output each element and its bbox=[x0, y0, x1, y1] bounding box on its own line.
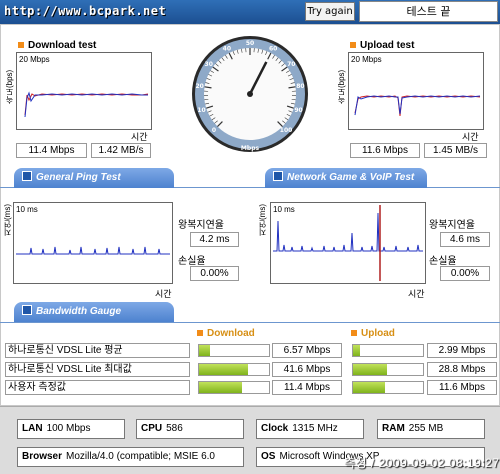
orange-square-icon bbox=[351, 330, 357, 337]
download-value: 11.4 Mbps bbox=[272, 380, 342, 395]
tab-network-game[interactable]: Network Game & VoIP Test bbox=[265, 168, 427, 188]
ping-graph bbox=[16, 246, 170, 255]
ping-rtt-label: 왕복지연율 bbox=[178, 220, 224, 231]
gauge-tick-label: 30 bbox=[205, 61, 213, 68]
ping-x-label: 시간 bbox=[155, 289, 172, 299]
upload-bar bbox=[352, 344, 424, 357]
gauge-tick-label: 70 bbox=[287, 61, 295, 68]
upload-test-title: Upload test bbox=[350, 40, 414, 51]
cpu-info: CPU 586 bbox=[136, 419, 244, 439]
upload-mbps: 11.6 Mbps bbox=[350, 143, 420, 158]
download-test-title: Download test bbox=[18, 40, 96, 51]
download-mbs: 1.42 MB/s bbox=[91, 143, 151, 158]
gauge-tick-label: 20 bbox=[195, 83, 203, 90]
ping-rtt-value: 4.2 ms bbox=[190, 232, 239, 247]
ping-loss-label: 손실율 bbox=[178, 256, 206, 267]
site-url: http://www.bcpark.net bbox=[4, 4, 167, 18]
upload-value: 2.99 Mbps bbox=[427, 343, 497, 358]
gauge-tick-label: 100 bbox=[280, 127, 293, 134]
download-mbps: 11.4 Mbps bbox=[16, 143, 87, 158]
gauge-tick-label: 60 bbox=[269, 46, 277, 53]
browser-info: Browser Mozilla/4.0 (compatible; MSIE 6.0 bbox=[17, 447, 244, 467]
download-bar bbox=[198, 363, 270, 376]
download-y-label: 속도(bps) bbox=[5, 69, 14, 104]
game-rtt-label: 왕복지연율 bbox=[429, 220, 475, 231]
gauge-tick-label: 80 bbox=[296, 83, 304, 90]
download-chart: 20 Mbps bbox=[16, 52, 152, 130]
ping-y-label: 지연(ms) bbox=[3, 204, 12, 236]
game-chart: 10 ms bbox=[270, 202, 426, 284]
game-graph bbox=[273, 205, 423, 281]
upload-chart: 20 Mbps bbox=[348, 52, 484, 130]
bandwidth-row-label: 하나로통신 VDSL Lite 최대값 bbox=[5, 362, 190, 377]
bandwidth-row-label: 하나로통신 VDSL Lite 평균 bbox=[5, 343, 190, 358]
download-value: 41.6 Mbps bbox=[272, 362, 342, 377]
gauge-tick-label: 50 bbox=[246, 40, 254, 47]
game-rtt-value: 4.6 ms bbox=[440, 232, 490, 247]
upload-value: 28.8 Mbps bbox=[427, 362, 497, 377]
top-bar: http://www.bcpark.net Try again 테스트 끝 bbox=[0, 0, 500, 24]
download-bar bbox=[198, 344, 270, 357]
download-x-label: 시간 bbox=[131, 132, 148, 142]
arrow-icon bbox=[22, 171, 32, 181]
tab-general-ping[interactable]: General Ping Test bbox=[14, 168, 174, 188]
section-divider bbox=[0, 322, 500, 323]
ping-chart: 10 ms bbox=[13, 202, 173, 284]
try-again-button[interactable]: Try again bbox=[305, 2, 355, 21]
gauge-tick-label: 0 bbox=[212, 127, 216, 134]
gauge-unit-label: Mbps bbox=[241, 145, 260, 152]
download-value: 6.57 Mbps bbox=[272, 343, 342, 358]
ram-info: RAM 255 MB bbox=[377, 419, 485, 439]
arrow-icon bbox=[273, 171, 283, 181]
upload-value: 11.6 Mbps bbox=[427, 380, 497, 395]
orange-square-icon bbox=[18, 42, 24, 49]
clock-info: Clock 1315 MHz bbox=[256, 419, 364, 439]
lan-info: LAN 100 Mbps bbox=[17, 419, 125, 439]
upload-y-label: 속도(bps) bbox=[337, 69, 346, 104]
upload-x-label: 시간 bbox=[462, 132, 479, 142]
speed-gauge: 0 10 20 30 40 50 60 70 80 90 100 Mbps bbox=[192, 36, 308, 152]
upload-graph bbox=[354, 95, 481, 117]
arrow-icon bbox=[22, 305, 32, 315]
orange-square-icon bbox=[197, 330, 203, 337]
gauge-tick-label: 10 bbox=[197, 107, 205, 114]
test-status: 테스트 끝 bbox=[359, 1, 498, 22]
game-y-label: 지연(ms) bbox=[258, 204, 267, 236]
download-bar bbox=[198, 381, 270, 394]
download-graph bbox=[24, 91, 149, 118]
tab-bandwidth-gauge[interactable]: Bandwidth Gauge bbox=[14, 302, 174, 322]
orange-square-icon bbox=[350, 42, 356, 49]
upload-bar bbox=[352, 363, 424, 376]
upload-column-header: Upload bbox=[351, 328, 395, 339]
upload-bar bbox=[352, 381, 424, 394]
game-loss-label: 손실율 bbox=[429, 256, 457, 267]
measurement-timestamp: 측정 / 2009-09-02 08:19:27 bbox=[344, 456, 500, 470]
download-column-header: Download bbox=[197, 328, 255, 339]
game-x-label: 시간 bbox=[408, 289, 425, 299]
bandwidth-row-label: 사용자 측정값 bbox=[5, 380, 190, 395]
game-loss-value: 0.00% bbox=[440, 266, 490, 281]
gauge-tick-label: 40 bbox=[223, 46, 231, 53]
upload-mbs: 1.45 MB/s bbox=[424, 143, 487, 158]
gauge-tick-label: 90 bbox=[294, 107, 302, 114]
ping-loss-value: 0.00% bbox=[190, 266, 239, 281]
